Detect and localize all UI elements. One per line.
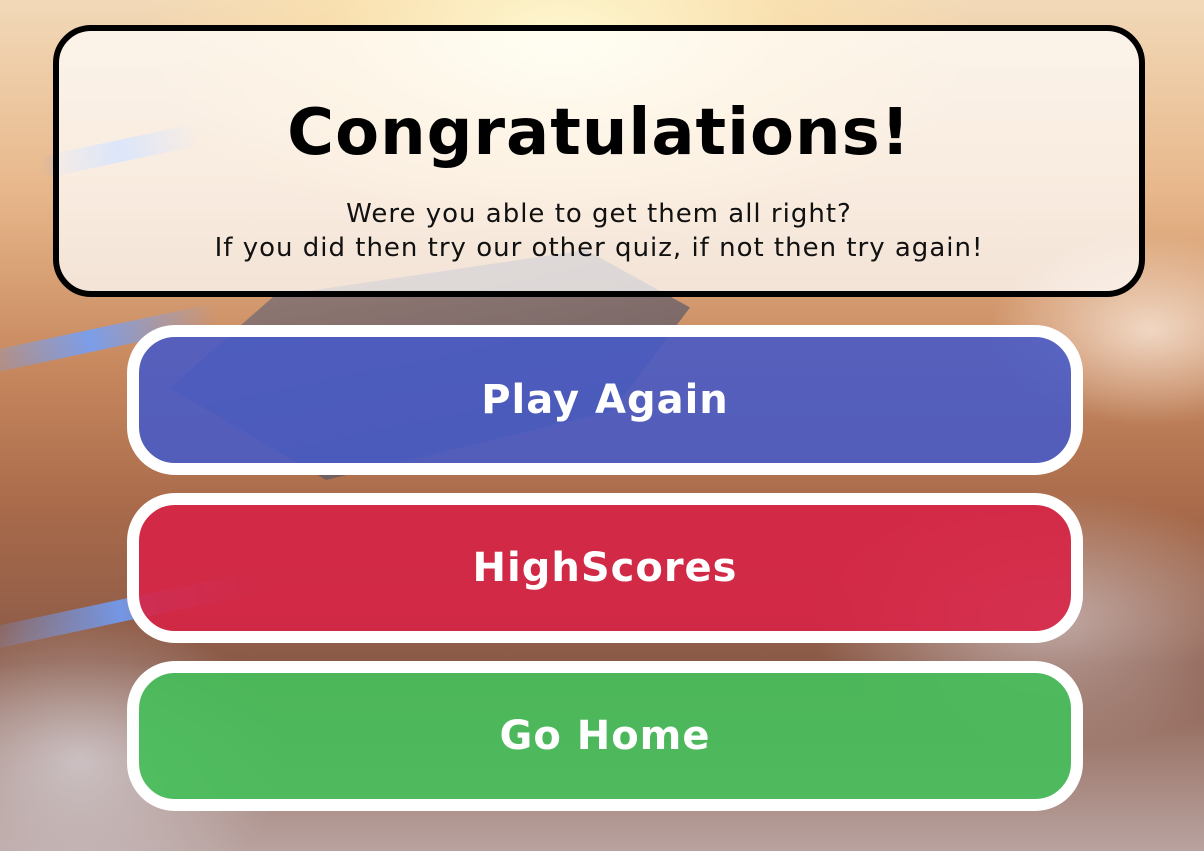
end-message-line-2: If you did then try our other quiz, if n… bbox=[214, 233, 984, 263]
end-message: Were you able to get them all right? If … bbox=[59, 197, 1139, 265]
page-title: Congratulations! bbox=[287, 96, 911, 170]
play-again-button[interactable]: Play Again bbox=[127, 325, 1083, 475]
congratulations-panel: Congratulations! Were you able to get th… bbox=[53, 25, 1145, 297]
go-home-button[interactable]: Go Home bbox=[127, 661, 1083, 811]
end-message-line-1: Were you able to get them all right? bbox=[346, 199, 852, 229]
highscores-button[interactable]: HighScores bbox=[127, 493, 1083, 643]
